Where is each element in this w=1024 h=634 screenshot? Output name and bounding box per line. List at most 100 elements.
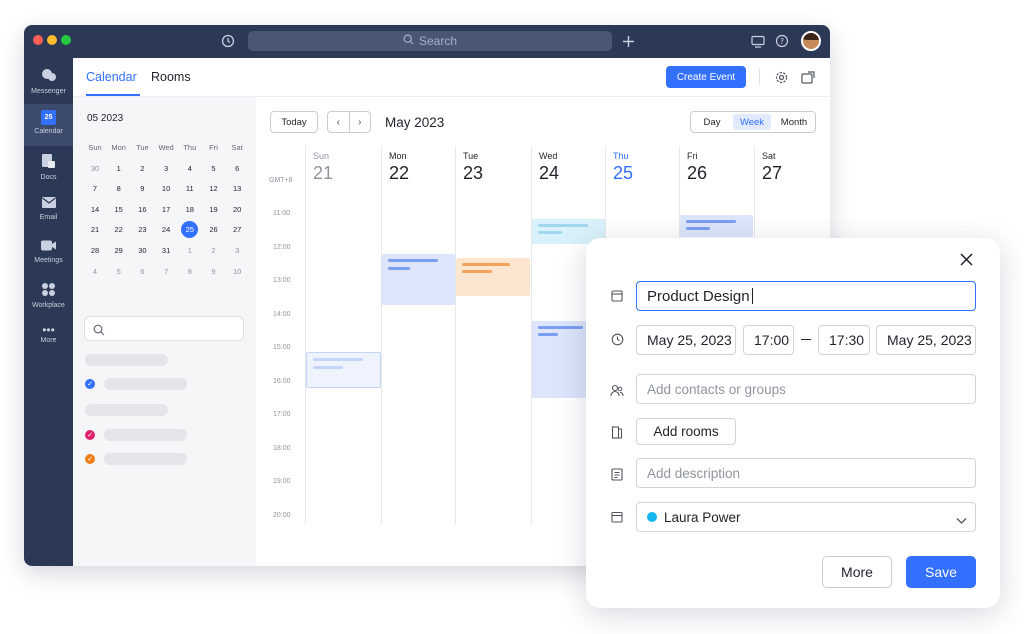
mini-day-cell[interactable]: 10 xyxy=(225,261,249,281)
close-window-dot[interactable] xyxy=(33,35,43,45)
nav-more[interactable]: ••• More xyxy=(24,320,73,362)
mini-day-cell[interactable]: 2 xyxy=(202,240,226,260)
check-icon[interactable]: ✓ xyxy=(85,454,95,464)
mini-day-cell[interactable]: 12 xyxy=(202,179,226,199)
mini-day-cell[interactable]: 30 xyxy=(130,240,154,260)
day-name-sun: Sun xyxy=(313,151,330,161)
mini-day-cell[interactable]: 25 xyxy=(178,220,202,240)
day-number[interactable]: 22 xyxy=(389,163,409,184)
view-day[interactable]: Day xyxy=(694,114,730,130)
nav-calendar[interactable]: 25 Calendar xyxy=(24,104,73,146)
tab-calendar[interactable]: Calendar xyxy=(86,70,137,84)
global-search[interactable]: Search xyxy=(248,31,612,51)
mini-day-cell[interactable]: 23 xyxy=(130,220,154,240)
settings-icon[interactable] xyxy=(774,70,788,84)
close-icon[interactable] xyxy=(958,251,974,267)
add-contacts-input[interactable]: Add contacts or groups xyxy=(636,374,976,404)
mini-day-cell[interactable]: 22 xyxy=(107,220,131,240)
prev-week-button[interactable]: ‹ xyxy=(328,112,350,132)
mini-day-cell[interactable]: 19 xyxy=(202,199,226,219)
mini-day-cell[interactable]: 9 xyxy=(202,261,226,281)
end-time-field[interactable]: 17:30 xyxy=(818,325,870,355)
mini-day-cell[interactable]: 14 xyxy=(83,199,107,219)
mini-day-cell[interactable]: 2 xyxy=(130,158,154,178)
add-description-input[interactable]: Add description xyxy=(636,458,976,488)
day-number[interactable]: 27 xyxy=(762,163,782,184)
mini-day-cell[interactable]: 30 xyxy=(83,158,107,178)
mini-day-cell[interactable]: 1 xyxy=(107,158,131,178)
mini-day-cell[interactable]: 6 xyxy=(130,261,154,281)
check-icon[interactable]: ✓ xyxy=(85,379,95,389)
mini-day-cell[interactable]: 18 xyxy=(178,199,202,219)
mini-day-cell[interactable]: 3 xyxy=(154,158,178,178)
mini-weekday-label: Mon xyxy=(111,142,126,152)
history-icon[interactable] xyxy=(220,33,236,49)
user-avatar[interactable] xyxy=(801,31,821,51)
nav-email[interactable]: Email xyxy=(24,190,73,232)
mini-day-cell[interactable]: 15 xyxy=(107,199,131,219)
maximize-window-dot[interactable] xyxy=(61,35,71,45)
view-month[interactable]: Month xyxy=(774,114,814,130)
event-block[interactable] xyxy=(306,352,381,388)
calendar-select[interactable]: Laura Power xyxy=(636,502,976,532)
start-time-field[interactable]: 17:00 xyxy=(743,325,794,355)
check-icon[interactable]: ✓ xyxy=(85,430,95,440)
today-button[interactable]: Today xyxy=(270,111,318,133)
mini-day-cell[interactable]: 7 xyxy=(154,261,178,281)
mini-day-cell[interactable]: 16 xyxy=(130,199,154,219)
mini-day-cell[interactable]: 8 xyxy=(178,261,202,281)
mini-day-cell[interactable]: 17 xyxy=(154,199,178,219)
nav-workplace[interactable]: Workplace xyxy=(24,276,73,318)
day-number[interactable]: 21 xyxy=(313,163,333,184)
day-number[interactable]: 23 xyxy=(463,163,483,184)
mini-day-cell[interactable]: 7 xyxy=(83,179,107,199)
event-title-input[interactable]: Product Design xyxy=(636,281,976,311)
minimize-window-dot[interactable] xyxy=(47,35,57,45)
event-block[interactable] xyxy=(532,321,587,398)
nav-docs[interactable]: Docs xyxy=(24,147,73,189)
nav-meetings[interactable]: Meetings xyxy=(24,233,73,275)
mini-day-cell[interactable]: 4 xyxy=(178,158,202,178)
mini-day-cell[interactable]: 28 xyxy=(83,240,107,260)
add-rooms-button[interactable]: Add rooms xyxy=(636,418,736,445)
mini-day-cell[interactable]: 5 xyxy=(107,261,131,281)
end-date-field[interactable]: May 25, 2023 xyxy=(876,325,976,355)
more-options-button[interactable]: More xyxy=(822,556,892,588)
calendar-search-input[interactable] xyxy=(84,316,244,341)
mini-day-cell[interactable]: 24 xyxy=(154,220,178,240)
subscribe-calendar-icon[interactable] xyxy=(801,70,815,84)
tab-rooms[interactable]: Rooms xyxy=(151,70,191,84)
day-number[interactable]: 26 xyxy=(687,163,707,184)
mini-day-cell[interactable]: 10 xyxy=(154,179,178,199)
mini-day-cell[interactable]: 29 xyxy=(107,240,131,260)
day-number[interactable]: 24 xyxy=(539,163,559,184)
event-block[interactable] xyxy=(456,258,530,296)
mini-day-cell[interactable]: 21 xyxy=(83,220,107,240)
create-event-button[interactable]: Create Event xyxy=(666,66,746,88)
mini-day-cell[interactable]: 31 xyxy=(154,240,178,260)
mini-day-cell[interactable]: 4 xyxy=(83,261,107,281)
event-block[interactable] xyxy=(680,215,753,237)
save-button[interactable]: Save xyxy=(906,556,976,588)
screen-share-icon[interactable] xyxy=(750,33,766,49)
video-icon xyxy=(40,239,57,254)
mini-day-cell[interactable]: 5 xyxy=(202,158,226,178)
mini-day-cell[interactable]: 8 xyxy=(107,179,131,199)
mini-day-cell[interactable]: 13 xyxy=(225,179,249,199)
nav-messenger[interactable]: Messenger xyxy=(24,61,73,103)
mini-day-cell[interactable]: 1 xyxy=(178,240,202,260)
next-week-button[interactable]: › xyxy=(350,112,371,132)
view-week[interactable]: Week xyxy=(733,114,771,130)
mini-day-cell[interactable]: 3 xyxy=(225,240,249,260)
mini-day-cell[interactable]: 9 xyxy=(130,179,154,199)
mini-day-cell[interactable]: 27 xyxy=(225,220,249,240)
mini-day-cell[interactable]: 26 xyxy=(202,220,226,240)
mini-day-cell[interactable]: 11 xyxy=(178,179,202,199)
day-number[interactable]: 25 xyxy=(613,163,633,184)
event-block[interactable] xyxy=(382,254,455,305)
mini-day-cell[interactable]: 20 xyxy=(225,199,249,219)
mini-day-cell[interactable]: 6 xyxy=(225,158,249,178)
start-date-field[interactable]: May 25, 2023 xyxy=(636,325,736,355)
help-icon[interactable]: ? xyxy=(774,33,790,49)
plus-icon[interactable] xyxy=(620,33,636,49)
